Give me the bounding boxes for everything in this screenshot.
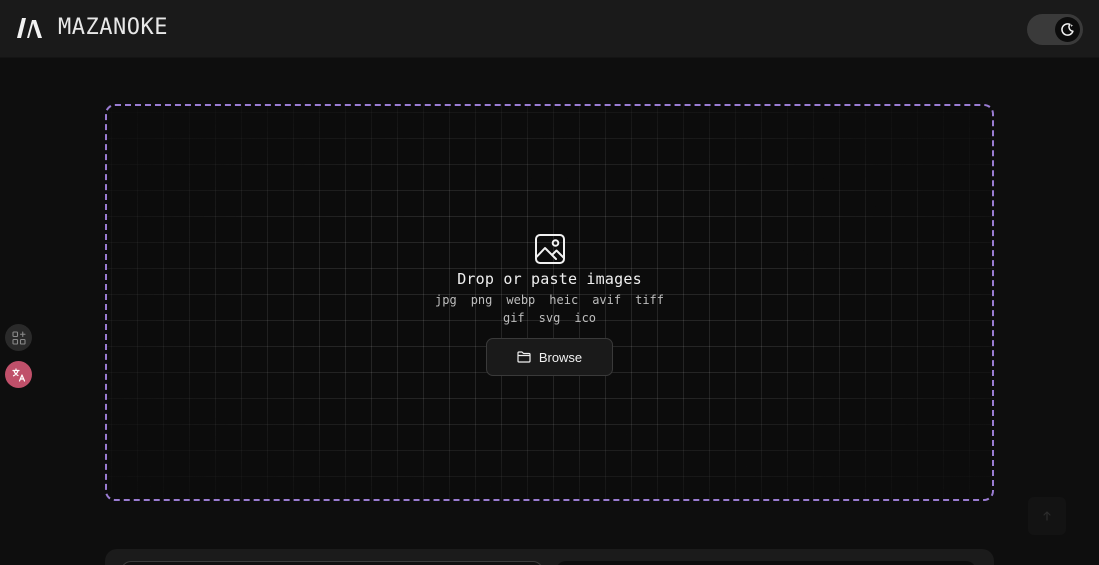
format-svg: svg <box>538 311 561 325</box>
arrow-up-icon <box>1043 511 1051 521</box>
dropzone-content: Drop or paste images jpg png webp heic a… <box>107 232 992 376</box>
format-png: png <box>470 293 493 307</box>
brand[interactable]: MAZANOKE <box>16 16 168 40</box>
dropzone-title: Drop or paste images <box>457 270 642 288</box>
moon-icon <box>1061 23 1074 36</box>
format-gif: gif <box>502 311 525 325</box>
translate-icon <box>11 367 25 382</box>
browse-label: Browse <box>538 349 583 365</box>
apps-add-icon <box>11 330 26 345</box>
format-ico: ico <box>574 311 597 325</box>
supported-formats: jpg png webp heic avif tiff gif svg ico <box>420 292 680 326</box>
top-bar: MAZANOKE <box>0 0 1099 58</box>
scroll-to-top-button[interactable] <box>1028 497 1066 535</box>
image-icon <box>534 234 565 264</box>
format-heic: heic <box>549 293 579 307</box>
settings-card-right[interactable] <box>556 561 976 565</box>
theme-toggle-knob <box>1055 17 1080 42</box>
folder-icon <box>517 351 531 363</box>
format-webp: webp <box>506 293 536 307</box>
format-avif: avif <box>592 293 622 307</box>
format-jpg: jpg <box>435 293 457 307</box>
side-apps-button[interactable] <box>5 324 32 351</box>
settings-panel <box>105 549 994 565</box>
app-page: MAZANOKE Drop or paste images jpg png we… <box>0 0 1099 565</box>
image-dropzone[interactable]: Drop or paste images jpg png webp heic a… <box>105 104 994 501</box>
settings-card-left[interactable] <box>121 561 543 565</box>
browse-button[interactable]: Browse <box>486 338 613 376</box>
app-name: MAZANOKE <box>58 15 168 40</box>
logo-icon <box>17 18 42 38</box>
side-translate-button[interactable] <box>5 361 32 388</box>
theme-toggle[interactable] <box>1027 14 1083 45</box>
format-tiff: tiff <box>635 293 664 307</box>
